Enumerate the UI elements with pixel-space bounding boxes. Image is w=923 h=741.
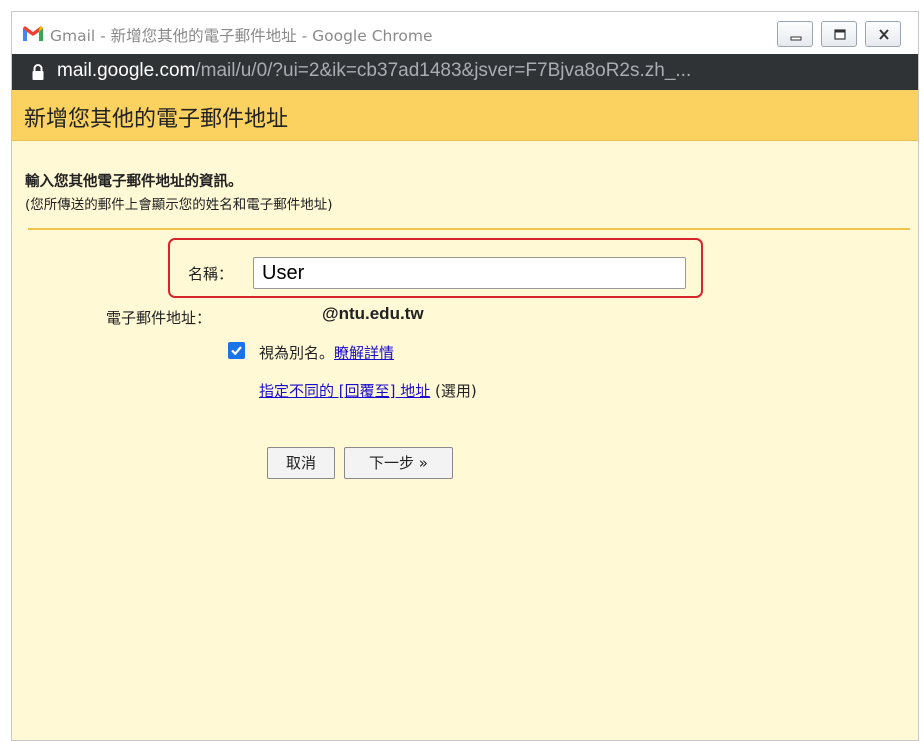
lock-icon[interactable]: [31, 63, 45, 85]
url-text[interactable]: mail.google.com/mail/u/0/?ui=2&ik=cb37ad…: [57, 60, 907, 82]
learn-more-link[interactable]: 瞭解詳情: [334, 344, 394, 362]
replyto-optional: (選用): [430, 382, 477, 400]
window-title: Gmail - 新增您其他的電子郵件地址 - Google Chrome: [50, 27, 433, 45]
restore-icon: [834, 29, 846, 40]
minimize-button[interactable]: [777, 21, 813, 47]
email-label: 電子郵件地址：: [106, 309, 212, 327]
minimize-icon: [790, 36, 802, 41]
name-input[interactable]: User: [253, 257, 686, 289]
intro-note: (您所傳送的郵件上會顯示您的姓名和電子郵件地址): [25, 197, 333, 213]
dialog-title: 新增您其他的電子郵件地址: [24, 107, 289, 132]
close-icon: [879, 29, 889, 40]
browser-window: Gmail - 新增您其他的電子郵件地址 - Google Chrome mai…: [11, 11, 919, 741]
email-value: @ntu.edu.tw: [322, 304, 424, 323]
section-divider: [28, 228, 910, 230]
alias-label: 視為別名。: [259, 344, 335, 362]
intro-text: 輸入您其他電子郵件地址的資訊。: [25, 174, 243, 190]
alias-row: 視為別名。瞭解詳情: [259, 342, 394, 363]
title-bar: Gmail - 新增您其他的電子郵件地址 - Google Chrome: [12, 12, 918, 54]
gmail-logo-icon: [22, 25, 44, 41]
alias-checkbox[interactable]: [228, 342, 245, 359]
replyto-link[interactable]: 指定不同的 [回覆至] 地址: [259, 382, 430, 400]
replyto-row: 指定不同的 [回覆至] 地址 (選用): [259, 380, 477, 401]
url-host: mail.google.com: [57, 60, 196, 81]
checkmark-icon: [231, 346, 242, 356]
cancel-button[interactable]: 取消: [267, 447, 335, 479]
address-bar[interactable]: mail.google.com/mail/u/0/?ui=2&ik=cb37ad…: [12, 54, 918, 90]
restore-button[interactable]: [821, 21, 857, 47]
url-path: /mail/u/0/?ui=2&ik=cb37ad1483&jsver=F7Bj…: [195, 60, 692, 81]
name-label: 名稱：: [188, 265, 234, 283]
dialog-header: 新增您其他的電子郵件地址: [12, 90, 918, 141]
close-button[interactable]: [865, 21, 901, 47]
next-step-button[interactable]: 下一步 »: [344, 447, 453, 479]
